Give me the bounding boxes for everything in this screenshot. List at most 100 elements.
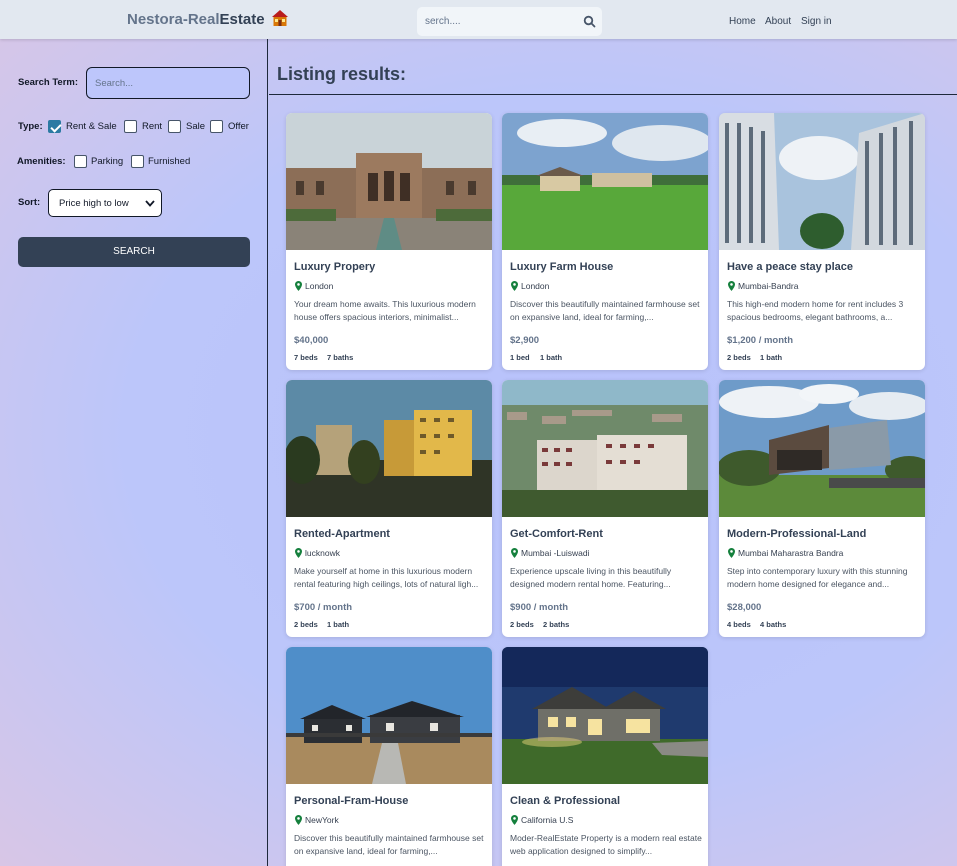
listing-beds: 7 beds (294, 353, 318, 362)
listing-image[interactable] (502, 380, 708, 517)
top-header: Nestora-RealEstate Home About Sign in (0, 0, 957, 39)
listing-beds: 2 beds (727, 353, 751, 362)
listing-location: California U.S (521, 815, 574, 825)
header-search (417, 7, 602, 36)
listing-image[interactable] (502, 113, 708, 250)
listing-image[interactable] (286, 647, 492, 784)
house-icon (272, 10, 288, 26)
location-pin-icon (295, 281, 302, 291)
listing-location: London (305, 281, 334, 291)
listing-description: Discover this beautifully maintained far… (294, 833, 484, 856)
location-pin-icon (511, 815, 518, 825)
listing-description: This high-end modern home for rent inclu… (727, 299, 904, 322)
listing-location: Mumbai-Bandra (738, 281, 799, 291)
listing-title[interactable]: Rented-Apartment (294, 528, 390, 540)
listing-baths: 1 bath (760, 353, 783, 362)
listing-baths: 7 baths (327, 353, 354, 362)
location-pin-icon (295, 815, 302, 825)
listing-card[interactable]: Personal-Fram-House NewYork Discover thi… (286, 647, 492, 866)
location-pin-icon (728, 281, 735, 291)
listing-card[interactable]: Luxury Farm House London Discover this b… (502, 113, 708, 370)
listing-beds: 1 bed (510, 353, 530, 362)
listing-baths: 1 bath (327, 620, 350, 629)
listing-image[interactable] (286, 380, 492, 517)
listing-description: Moder-RealEstate Property is a modern re… (510, 833, 702, 856)
location-pin-icon (728, 548, 735, 558)
option-furnished: Furnished (148, 156, 191, 167)
type-label: Type: (18, 121, 43, 132)
chevron-down-icon (145, 200, 155, 207)
listing-description: Your dream home awaits. This luxurious m… (294, 299, 476, 322)
listing-location: Mumbai Maharastra Bandra (738, 548, 844, 558)
listing-card[interactable]: Luxury Propery London Your dream home aw… (286, 113, 492, 370)
checkbox-rent-and-sale[interactable] (48, 120, 61, 133)
location-pin-icon (511, 281, 518, 291)
search-term-input[interactable] (86, 67, 250, 99)
page-title: Listing results: (277, 64, 407, 84)
location-pin-icon (511, 548, 518, 558)
checkbox-offer[interactable] (210, 120, 223, 133)
listing-price: $900 / month (510, 602, 569, 613)
nav-about[interactable]: About (765, 16, 791, 27)
location-pin-icon (295, 548, 302, 558)
listing-title[interactable]: Personal-Fram-House (294, 795, 408, 807)
listing-price: $700 / month (294, 602, 353, 613)
listing-image[interactable] (286, 113, 492, 250)
option-parking: Parking (91, 156, 124, 167)
listing-title[interactable]: Luxury Farm House (510, 261, 613, 273)
listing-title[interactable]: Luxury Propery (294, 261, 375, 273)
listing-baths: 2 baths (543, 620, 570, 629)
listing-card[interactable]: Clean & Professional California U.S Mode… (502, 647, 708, 866)
option-rent: Rent (142, 121, 163, 132)
checkbox-sale[interactable] (168, 120, 181, 133)
listing-beds: 2 beds (294, 620, 318, 629)
listing-beds: 2 beds (510, 620, 534, 629)
listing-image[interactable] (719, 113, 925, 250)
listing-title[interactable]: Have a peace stay place (727, 261, 853, 273)
nav-home[interactable]: Home (729, 16, 756, 27)
search-term-label: Search Term: (18, 77, 79, 88)
amenities-label: Amenities: (17, 156, 66, 167)
listing-location: London (521, 281, 550, 291)
listing-title[interactable]: Get-Comfort-Rent (510, 528, 603, 540)
option-sale: Sale (186, 121, 206, 132)
listing-title[interactable]: Clean & Professional (510, 795, 620, 807)
checkbox-parking[interactable] (74, 155, 87, 168)
listing-beds: 4 beds (727, 620, 751, 629)
listing-price: $28,000 (727, 602, 762, 613)
listing-card[interactable]: Get-Comfort-Rent Mumbai -Luiswadi Experi… (502, 380, 708, 637)
listing-image[interactable] (502, 647, 708, 784)
site-logo[interactable]: Nestora-RealEstate (127, 11, 265, 28)
checkbox-rent[interactable] (124, 120, 137, 133)
listing-price: $40,000 (294, 335, 329, 346)
option-offer: Offer (228, 121, 249, 132)
listing-card[interactable]: Have a peace stay place Mumbai-Bandra Th… (719, 113, 925, 370)
header-search-input[interactable] (417, 7, 577, 36)
title-divider (269, 94, 957, 95)
sort-selected-value: Price high to low (59, 198, 129, 209)
listing-location: NewYork (305, 815, 339, 825)
nav-sign-in[interactable]: Sign in (801, 16, 832, 27)
listing-description: Discover this beautifully maintained far… (510, 299, 700, 322)
option-rent-and-sale: Rent & Sale (66, 121, 117, 132)
logo-text-part2: Estate (219, 11, 265, 28)
listing-description: Experience upscale living in this beauti… (510, 566, 672, 589)
listing-price: $1,200 / month (727, 335, 793, 346)
listing-description: Step into contemporary luxury with this … (727, 566, 908, 589)
sort-label: Sort: (18, 197, 41, 208)
logo-text-part1: Nestora-Real (127, 11, 220, 28)
sort-select[interactable]: Price high to low (48, 189, 162, 217)
search-button[interactable]: SEARCH (18, 237, 250, 267)
checkbox-furnished[interactable] (131, 155, 144, 168)
listing-price: $2,900 (510, 335, 540, 346)
listing-card[interactable]: Modern-Professional-Land Mumbai Maharast… (719, 380, 925, 637)
listing-image[interactable] (719, 380, 925, 517)
listing-location: Mumbai -Luiswadi (521, 548, 590, 558)
filter-sidebar: Search Term: Type: Rent & Sale Rent Sale… (0, 39, 268, 866)
listing-title[interactable]: Modern-Professional-Land (727, 528, 866, 540)
listing-description: Make yourself at home in this luxurious … (294, 566, 479, 589)
search-icon[interactable] (583, 15, 596, 28)
listing-card[interactable]: Rented-Apartment lucknowk Make yourself … (286, 380, 492, 637)
listing-baths: 4 baths (760, 620, 787, 629)
listing-baths: 1 bath (540, 353, 563, 362)
